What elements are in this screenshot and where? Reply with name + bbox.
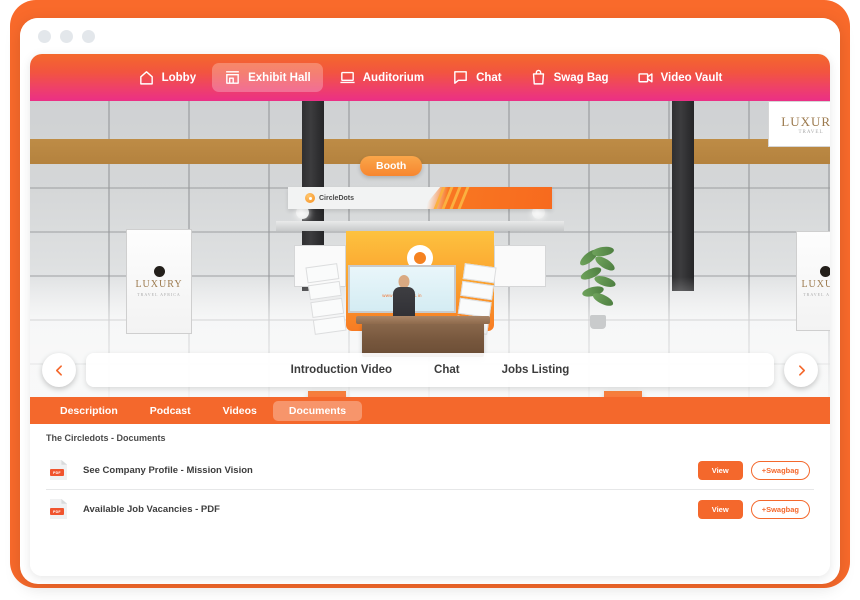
add-to-swagbag-button[interactable]: +Swagbag xyxy=(750,460,810,480)
previous-booth-button[interactable] xyxy=(42,353,76,387)
luxury-sign-word: LUXURY xyxy=(781,113,830,129)
action-link-introduction-video[interactable]: Introduction Video xyxy=(291,364,392,376)
tab-documents[interactable]: Documents xyxy=(272,400,363,421)
nav-item-swag-bag-label: Swag Bag xyxy=(553,71,609,84)
nav-item-lobby[interactable]: Lobby xyxy=(126,63,209,92)
video-camera-icon xyxy=(637,69,654,86)
panel-title: The Circledots - Documents xyxy=(46,433,166,443)
exhibit-hall-scene[interactable]: LUXURY TRAVEL AFRICA LUXURY TRAVEL AFRIC… xyxy=(30,101,830,397)
documents-panel: The Circledots - Documents PDF See Compa… xyxy=(30,424,830,576)
luxury-panel-right-word: LUXURY xyxy=(801,278,830,290)
view-document-button[interactable]: View xyxy=(697,460,743,480)
rack-shelf xyxy=(305,263,340,283)
booth-header-stripe xyxy=(422,187,552,209)
add-to-swagbag-button[interactable]: +Swagbag xyxy=(750,499,810,519)
booth-logo: CircleDots xyxy=(305,193,354,203)
hall-wall-band xyxy=(30,139,830,164)
document-actions: View +Swagbag xyxy=(697,460,810,480)
nav-item-auditorium-label: Auditorium xyxy=(362,71,425,84)
luxury-panel-left-sub: TRAVEL AFRICA xyxy=(137,292,181,297)
chevron-right-icon xyxy=(798,364,805,376)
main-navigation: Lobby Exhibit Hall Auditorium Chat Swag … xyxy=(30,54,830,101)
window-titlebar xyxy=(20,18,840,54)
app-container: Lobby Exhibit Hall Auditorium Chat Swag … xyxy=(30,54,830,576)
luxury-sign-sub: TRAVEL xyxy=(798,129,824,135)
banner-job-vacancies-left[interactable]: Job Vacancies By Circledots See All xyxy=(308,391,346,397)
chat-bubble-icon xyxy=(452,69,469,86)
booth-action-links: Introduction Video Chat Jobs Listing xyxy=(86,353,774,387)
next-booth-button[interactable] xyxy=(784,353,818,387)
browser-window: Lobby Exhibit Hall Auditorium Chat Swag … xyxy=(20,18,840,584)
chevron-left-icon xyxy=(55,364,62,376)
luxury-panel-left-word: LUXURY xyxy=(135,279,183,290)
tab-videos[interactable]: Videos xyxy=(207,401,273,421)
tab-podcast[interactable]: Podcast xyxy=(134,401,207,421)
nav-item-lobby-label: Lobby xyxy=(161,71,197,84)
tab-description[interactable]: Description xyxy=(44,401,134,421)
document-row[interactable]: PDF See Company Profile - Mission Vision… xyxy=(46,451,814,490)
luxury-travel-panel-right[interactable]: LUXURY TRAVEL AFRICA xyxy=(796,231,830,331)
bag-icon xyxy=(530,69,547,86)
exhibitor-booth[interactable]: Booth CircleDots xyxy=(270,156,617,383)
window-maximize-dot[interactable] xyxy=(82,29,95,43)
luxury-panel-right-sub: TRAVEL AFRICA xyxy=(803,291,830,297)
plant-pot xyxy=(590,315,606,329)
decorative-plant xyxy=(577,245,618,329)
booth-header-sign: CircleDots xyxy=(288,187,552,209)
booth-truss-beam xyxy=(276,221,564,231)
nav-item-exhibit-hall[interactable]: Exhibit Hall xyxy=(212,63,323,92)
hall-pillar-right xyxy=(672,101,694,291)
booth-logo-text: CircleDots xyxy=(319,194,355,202)
laptop-icon xyxy=(339,69,356,86)
booth-action-bar: Introduction Video Chat Jobs Listing xyxy=(30,351,830,389)
luxury-logo-dot xyxy=(153,266,165,277)
nav-item-auditorium[interactable]: Auditorium xyxy=(327,63,436,92)
nav-item-chat[interactable]: Chat xyxy=(440,63,514,92)
plant-leaf xyxy=(591,245,615,258)
pdf-file-icon: PDF xyxy=(50,499,67,519)
screenshot-stage: Lobby Exhibit Hall Auditorium Chat Swag … xyxy=(0,0,860,600)
counter-top-surface xyxy=(356,316,490,324)
nav-item-swag-bag[interactable]: Swag Bag xyxy=(518,63,621,92)
nav-item-video-vault-label: Video Vault xyxy=(660,71,723,84)
rack-shelf xyxy=(457,297,492,318)
document-actions: View +Swagbag xyxy=(697,499,810,519)
pdf-file-icon: PDF xyxy=(50,460,67,480)
luxury-logo-dot-right xyxy=(819,265,830,277)
pdf-tag-label: PDF xyxy=(50,508,64,515)
nav-item-exhibit-hall-label: Exhibit Hall xyxy=(248,71,311,84)
luxury-travel-sign-corner[interactable]: LUXURY TRAVEL xyxy=(768,101,830,147)
store-icon xyxy=(224,69,241,86)
document-title: See Company Profile - Mission Vision xyxy=(83,464,253,476)
action-link-jobs-listing[interactable]: Jobs Listing xyxy=(502,364,570,376)
content-tabs: Description Podcast Videos Documents xyxy=(30,397,830,424)
banner-job-vacancies-right[interactable]: Job Vacancies By Circledots See All xyxy=(604,391,642,397)
document-row[interactable]: PDF Available Job Vacancies - PDF View +… xyxy=(46,490,814,528)
nav-item-chat-label: Chat xyxy=(476,71,502,84)
rack-shelf xyxy=(307,280,342,301)
booth-side-panel-right xyxy=(494,245,546,287)
action-link-chat[interactable]: Chat xyxy=(434,364,460,376)
home-icon xyxy=(138,69,155,86)
document-title: Available Job Vacancies - PDF xyxy=(83,503,220,515)
rack-shelf xyxy=(312,315,347,335)
rack-shelf xyxy=(310,297,345,318)
booth-badge[interactable]: Booth xyxy=(360,156,423,176)
window-close-dot[interactable] xyxy=(38,29,51,43)
pdf-tag-label: PDF xyxy=(50,469,64,476)
rack-shelf xyxy=(462,263,497,283)
rack-shelf xyxy=(460,280,495,301)
window-minimize-dot[interactable] xyxy=(60,29,73,43)
view-document-button[interactable]: View xyxy=(697,499,743,519)
plant-leaf xyxy=(591,290,615,309)
luxury-travel-panel-left[interactable]: LUXURY TRAVEL AFRICA xyxy=(126,229,192,334)
nav-item-video-vault[interactable]: Video Vault xyxy=(625,63,735,92)
circledots-logo-icon xyxy=(305,193,315,203)
